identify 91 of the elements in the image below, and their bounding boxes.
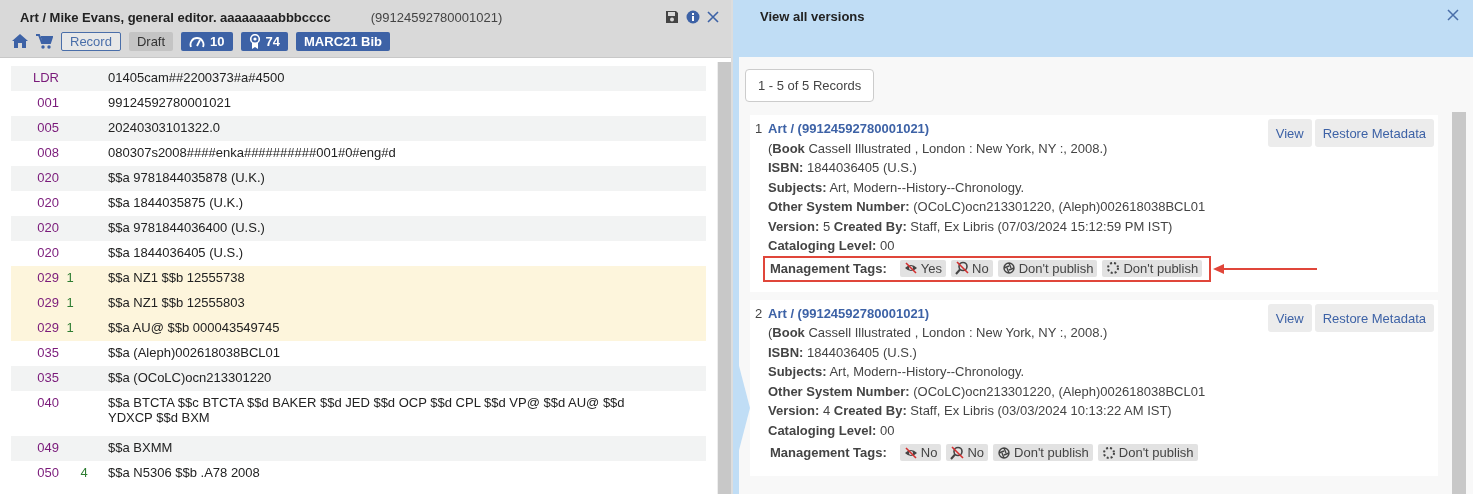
version-number: 2 [755, 304, 764, 323]
field-tag: 001 [11, 95, 59, 110]
version-action-button[interactable]: View [1267, 119, 1312, 147]
cart-icon[interactable] [36, 33, 53, 49]
swirl-icon [997, 445, 1012, 460]
field-content: 99124592780001021 [108, 95, 231, 110]
tag-text: Don't publish [1018, 260, 1094, 276]
version-action-button[interactable]: Restore Metadata [1314, 119, 1434, 147]
version-detail: Other System Number: (OCoLC)ocn213301220, (Aleph)002618038BCL01 [768, 198, 1207, 216]
gauge-icon [189, 34, 206, 48]
field-content: $$a NZ1 $$b 12555738 [108, 270, 245, 285]
version-detail: ISBN: 1844036405 (U.S.) [768, 343, 918, 362]
version-detail: Version: 5 Created By: Staff, Ex Libris (07/03/2024 15:12:59 PM IST) [768, 217, 1174, 236]
tag-text: Don't publish [1123, 260, 1199, 276]
status-badge: Draft [128, 31, 174, 51]
version-detail: (Book Cassell Illustrated , London : New York, NY :, 2008.) [768, 324, 1109, 342]
close-icon[interactable] [1447, 9, 1459, 21]
record-button[interactable]: Record [61, 31, 121, 51]
scrollbar[interactable] [1452, 112, 1466, 494]
indicator: 4 [79, 465, 89, 480]
swirl-icon [1001, 261, 1016, 275]
field-tag: 020 [11, 195, 59, 210]
field-content: $$a 9781844035878 (U.K.) [108, 170, 265, 185]
field-tag: 050 [11, 465, 59, 480]
version-title-link[interactable]: Art / (99124592780001021) [768, 303, 930, 323]
version-action-button[interactable]: Restore Metadata [1314, 303, 1434, 332]
indicator: 1 [65, 320, 75, 335]
info-icon[interactable] [686, 10, 700, 24]
field-tag: 035 [11, 345, 59, 360]
magnifier-slash-icon [950, 445, 965, 460]
field-content: $$a BTCTA $$c BTCTA $$d BAKER $$d JED $$d OCP $$d CPL $$d VP@ $$d AU@ $$d YDXCP $$d BXM [108, 395, 626, 425]
indicator: 1 [65, 295, 75, 310]
version-detail: (Book Cassell Illustrated , London : New York, NY :, 2008.) [768, 139, 1109, 158]
badge-count: 74 [265, 33, 281, 49]
field-content: $$a 1844035875 (U.K.) [108, 195, 244, 210]
tag-text: No [920, 445, 938, 460]
save-icon[interactable] [665, 10, 679, 24]
field-tag: 005 [11, 120, 59, 135]
scrollbar[interactable] [717, 62, 731, 494]
record-title: Art / Mike Evans, general editor. aaaaaaaabbbcccc [20, 9, 331, 25]
field-tag: 020 [11, 170, 59, 185]
field-tag: 049 [11, 440, 59, 455]
award-icon [248, 33, 261, 49]
close-icon[interactable] [707, 11, 719, 23]
tag-text: No [972, 260, 989, 276]
field-content: $$a BXMM [108, 440, 173, 455]
field-tag: 020 [11, 245, 59, 260]
field-tag: 020 [11, 220, 59, 235]
records-count-button[interactable]: 1 - 5 of 5 Records [745, 69, 875, 102]
tag-text: Don't publish [1118, 445, 1194, 460]
field-tag: 029 [11, 295, 59, 310]
version-detail: ISBN: 1844036405 (U.S.) [768, 159, 918, 177]
dotted-circle-icon [1106, 261, 1121, 275]
field-content: $$a AU@ $$b 000043549745 [108, 320, 280, 335]
status-badge: MARC21 Bib [296, 31, 391, 51]
tag-text: No [967, 445, 985, 460]
field-content: 01405cam##2200373#a#4500 [108, 70, 285, 85]
indicator: 1 [65, 270, 75, 285]
version-detail: Cataloging Level: 00 [768, 237, 896, 255]
field-content: $$a N5306 $$b .A78 2008 [108, 465, 260, 480]
field-content: $$a 1844036405 (U.S.) [108, 245, 244, 260]
field-content: 080307s2008####enka##########001#0#eng#d [108, 145, 396, 160]
record-id: (99124592780001021) [370, 9, 503, 25]
version-detail: Other System Number: (OCoLC)ocn213301220, (Aleph)002618038BCL01 [768, 382, 1207, 401]
tag-text: Yes [920, 260, 942, 276]
field-tag: 008 [11, 145, 59, 160]
magnifier-slash-icon [955, 261, 969, 275]
field-content: 20240303101322.0 [108, 120, 221, 135]
version-detail: Cataloging Level: 00 [768, 421, 896, 440]
version-title-link[interactable]: Art / (99124592780001021) [768, 119, 930, 139]
tags-label: Management Tags: [770, 445, 887, 460]
field-content: $$a (OCoLC)ocn213301220 [108, 370, 272, 385]
dotted-circle-icon [1101, 445, 1116, 460]
field-content: $$a NZ1 $$b 12555803 [108, 295, 245, 310]
field-tag: 035 [11, 370, 59, 385]
tags-label: Management Tags: [770, 260, 887, 276]
version-action-button[interactable]: View [1267, 303, 1312, 332]
field-content: $$a (Aleph)002618038BCL01 [108, 345, 281, 360]
field-tag: 029 [11, 270, 59, 285]
version-number: 1 [755, 120, 764, 138]
field-tag: LDR [11, 70, 59, 85]
field-tag: 029 [11, 320, 59, 335]
version-detail: Subjects: Art, Modern--History--Chronology. [768, 178, 1026, 197]
badge-count: 10 [210, 33, 225, 49]
version-detail: Subjects: Art, Modern--History--Chronology. [768, 363, 1026, 381]
panel-title: View all versions [760, 9, 865, 24]
field-tag: 040 [11, 395, 59, 410]
tag-text: Don't publish [1014, 445, 1089, 460]
home-icon[interactable] [12, 34, 28, 48]
version-detail: Version: 4 Created By: Staff, Ex Libris (03/03/2024 10:13:22 AM IST) [768, 402, 1173, 420]
field-content: $$a 9781844036400 (U.S.) [108, 220, 265, 235]
